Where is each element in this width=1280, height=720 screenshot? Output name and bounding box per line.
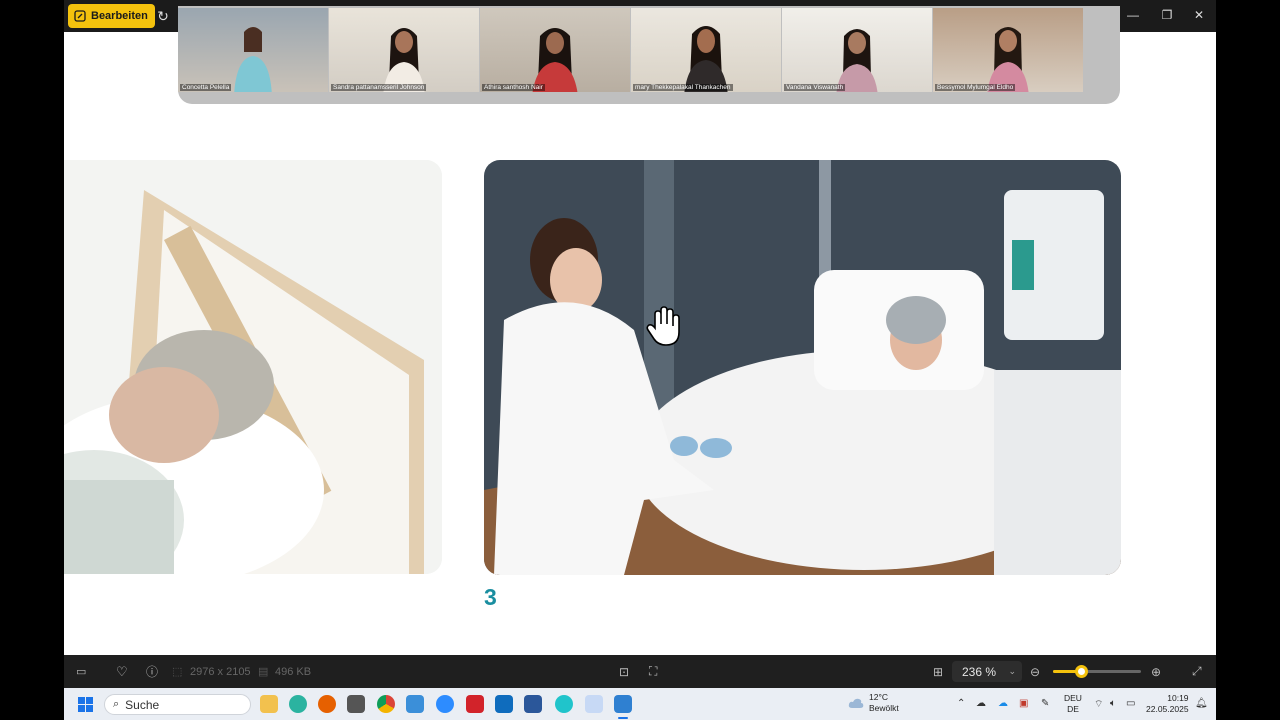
fit-to-window-icon[interactable]: ⛶ bbox=[649, 663, 657, 680]
hand-cursor-icon bbox=[646, 306, 680, 346]
show-hidden-icons-chevron-icon[interactable]: ⌃ bbox=[957, 698, 965, 709]
search-placeholder: Suche bbox=[125, 697, 160, 712]
globe-app-icon[interactable] bbox=[289, 695, 307, 713]
participant-tile[interactable]: Vandana Viswanath bbox=[782, 8, 932, 92]
edit-pencil-icon bbox=[74, 10, 86, 22]
zoom-level-select[interactable]: 236 % ⌄ bbox=[952, 661, 1022, 682]
windows-taskbar: ⌕ Suche 12°C Bewölkt ⌃ ☁ ☁ ▣ ✎ DEU DE ⌔ … bbox=[64, 688, 1216, 720]
participant-video bbox=[684, 26, 728, 92]
edit-button-label: Bearbeiten bbox=[91, 10, 148, 22]
file-size: 496 KB bbox=[275, 665, 312, 678]
actual-size-icon[interactable]: ⊡ bbox=[619, 663, 629, 680]
participant-tile[interactable]: mary Thekkepalakal Thankachen bbox=[631, 8, 781, 92]
zoom-level-value: 236 % bbox=[962, 664, 997, 679]
gift-tray-icon[interactable]: ▣ bbox=[1019, 698, 1028, 709]
participant-video bbox=[532, 28, 578, 92]
weather-temperature: 12°C bbox=[869, 692, 888, 702]
image-size-icon: ⬚ bbox=[172, 666, 183, 678]
participant-video bbox=[234, 27, 272, 92]
weather-widget[interactable]: 12°C Bewölkt bbox=[848, 692, 899, 714]
participant-name: Athira santhosh Nair bbox=[482, 84, 545, 91]
zoom-app-icon[interactable] bbox=[436, 695, 454, 713]
participant-tile[interactable]: Athira santhosh Nair bbox=[480, 8, 630, 92]
favorite-heart-icon[interactable]: ♡ bbox=[116, 663, 128, 680]
photo-viewer-window: 3 Bearbeiten ↻ — ❐ ✕ Concetta Pelella Sa… bbox=[64, 0, 1216, 688]
meeting-participants-strip: Concetta Pelella Sandra pattanamsseril J… bbox=[178, 6, 1120, 104]
photos-app-icon[interactable] bbox=[614, 695, 632, 713]
wifi-icon[interactable]: ⌔ bbox=[1094, 698, 1103, 711]
fullscreen-icon[interactable]: ⤢ bbox=[1192, 663, 1202, 680]
close-button[interactable]: ✕ bbox=[1189, 8, 1209, 22]
participant-tile[interactable]: Concetta Pelella bbox=[178, 8, 328, 92]
battery-icon[interactable]: ▭ bbox=[1126, 698, 1135, 709]
zoom-in-icon[interactable]: ⊕ bbox=[1151, 663, 1161, 680]
zoom-slider[interactable] bbox=[1053, 665, 1141, 678]
screen: 3 Bearbeiten ↻ — ❐ ✕ Concetta Pelella Sa… bbox=[0, 0, 1280, 720]
zoom-slider-thumb[interactable] bbox=[1075, 665, 1089, 678]
image-dimensions: 2976 x 2105 bbox=[190, 665, 251, 678]
notepad-icon[interactable] bbox=[406, 695, 424, 713]
minimize-button[interactable]: — bbox=[1123, 8, 1143, 22]
edit-button[interactable]: Bearbeiten bbox=[68, 4, 155, 28]
participant-video bbox=[383, 28, 425, 92]
notification-bell-icon[interactable]: 🔔︎ bbox=[1195, 698, 1208, 709]
participant-name: mary Thekkepalakal Thankachen bbox=[633, 84, 733, 91]
search-icon: ⌕ bbox=[113, 698, 120, 710]
slide-page-number: 3 bbox=[484, 584, 497, 610]
patient-sleeping-image bbox=[64, 160, 442, 574]
canva-icon[interactable] bbox=[555, 695, 573, 713]
participant-name: Bessymol Mylumgal Eldho bbox=[935, 84, 1016, 91]
taskbar-search-box[interactable]: ⌕ Suche bbox=[104, 694, 251, 715]
participant-video bbox=[836, 29, 878, 92]
participant-name: Vandana Viswanath bbox=[784, 84, 846, 91]
file-size-icon: ▤ bbox=[258, 666, 269, 678]
word-icon[interactable] bbox=[524, 695, 542, 713]
weather-condition: Bewölkt bbox=[869, 703, 899, 713]
nurse-with-patient-image bbox=[484, 160, 1121, 575]
clock-date: 22.05.2025 bbox=[1146, 704, 1189, 714]
file-explorer-icon[interactable] bbox=[260, 695, 278, 713]
cloudy-weather-icon bbox=[848, 698, 864, 708]
filmstrip-icon[interactable]: ▭ bbox=[76, 663, 86, 680]
pen-tray-icon[interactable]: ✎ bbox=[1041, 698, 1049, 709]
fit-screen-icon[interactable]: ⊞ bbox=[933, 663, 943, 680]
viewer-toolbar: ▭ ♡ ⓘ ⬚ 2976 x 2105 ▤ 496 KB ⊡ ⛶ ⊞ 236 %… bbox=[64, 655, 1216, 688]
input-language-indicator[interactable]: DEU DE bbox=[1064, 693, 1082, 715]
participant-name: Sandra pattanamsseril Johnson bbox=[331, 84, 427, 91]
participant-video bbox=[987, 27, 1029, 92]
cewe-app-icon[interactable] bbox=[466, 695, 484, 713]
camera-app-icon[interactable] bbox=[347, 695, 365, 713]
firefox-icon[interactable] bbox=[318, 695, 336, 713]
participant-tile[interactable]: Bessymol Mylumgal Eldho bbox=[933, 8, 1083, 92]
maximize-button[interactable]: ❐ bbox=[1157, 8, 1177, 22]
outlook-icon[interactable] bbox=[495, 695, 513, 713]
chrome-icon[interactable] bbox=[377, 695, 395, 713]
zoom-out-icon[interactable]: ⊖ bbox=[1030, 663, 1040, 680]
participant-name: Concetta Pelella bbox=[180, 84, 232, 91]
snipping-tool-icon[interactable] bbox=[585, 695, 603, 713]
chevron-down-icon: ⌄ bbox=[1008, 666, 1016, 676]
rotate-icon[interactable]: ↻ bbox=[154, 7, 172, 25]
clock-time: 10:19 bbox=[1167, 693, 1189, 703]
windows-start-icon[interactable] bbox=[78, 697, 93, 712]
language-code: DEU bbox=[1064, 693, 1082, 703]
volume-icon[interactable]: 🔈︎ bbox=[1110, 698, 1116, 709]
system-clock[interactable]: 10:19 22.05.2025 bbox=[1146, 693, 1189, 715]
active-app-indicator bbox=[618, 717, 628, 719]
keyboard-layout: DE bbox=[1067, 704, 1079, 714]
participant-tile[interactable]: Sandra pattanamsseril Johnson bbox=[329, 8, 479, 92]
cloud-tray-icon[interactable]: ☁ bbox=[976, 698, 986, 709]
onedrive-tray-icon[interactable]: ☁ bbox=[998, 698, 1008, 709]
info-icon[interactable]: ⓘ bbox=[146, 663, 158, 680]
